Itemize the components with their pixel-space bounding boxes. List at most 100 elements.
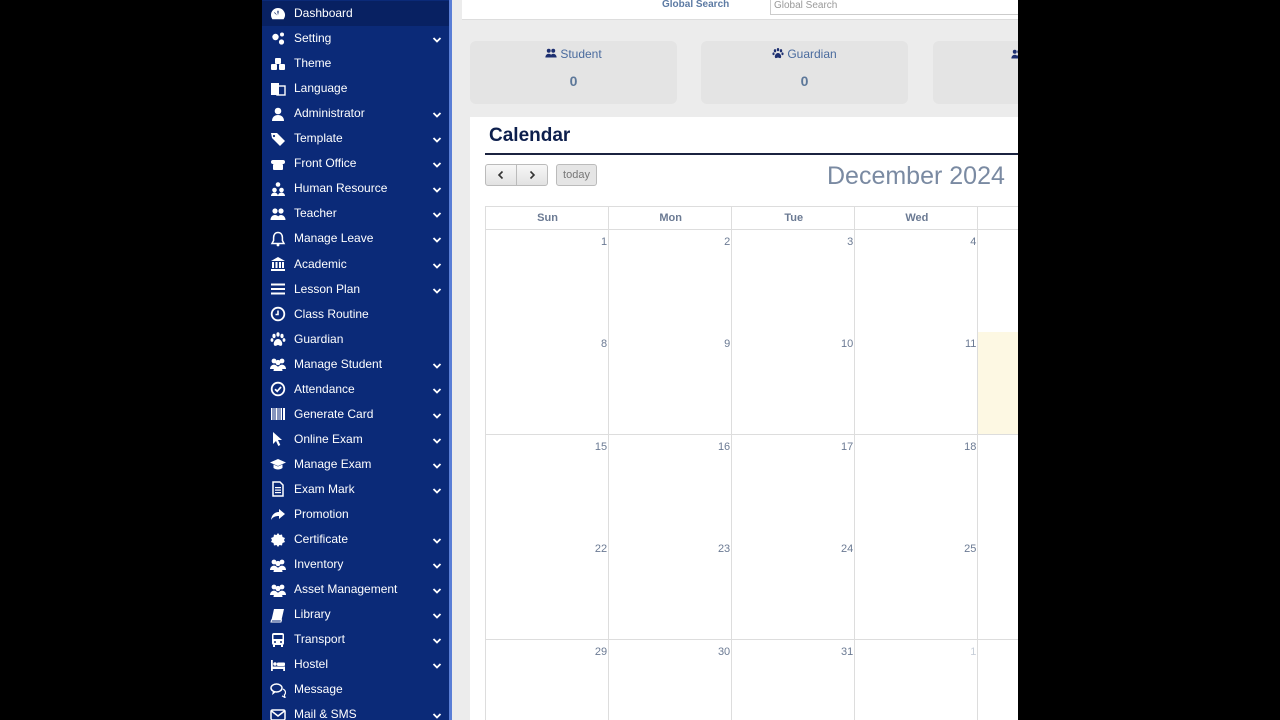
sidebar-item-theme[interactable]: Theme xyxy=(262,51,449,76)
envelope-icon xyxy=(269,706,287,720)
calendar-day-cell[interactable]: 3 xyxy=(731,230,856,333)
calendar-day-cell[interactable]: 8 xyxy=(485,332,610,436)
bank-icon xyxy=(269,256,287,273)
sidebar-item-manage-student[interactable]: Manage Student xyxy=(262,352,449,377)
day-number: 30 xyxy=(717,645,731,658)
chevron-down-icon xyxy=(432,209,442,219)
day-number: 10 xyxy=(841,338,854,351)
chevron-down-icon xyxy=(432,560,442,570)
calendar-day-cell[interactable]: 1 xyxy=(485,230,610,333)
paw-icon xyxy=(269,331,287,348)
day-number: 4 xyxy=(970,236,977,248)
cubes-icon xyxy=(269,55,287,72)
bell-icon xyxy=(269,230,287,247)
calendar-day-cell[interactable] xyxy=(977,537,1018,641)
users-icon xyxy=(1011,47,1018,65)
day-header: Sun xyxy=(485,206,610,230)
prev-month-button[interactable] xyxy=(485,164,517,186)
sidebar-item-certificate[interactable]: Certificate xyxy=(262,527,449,552)
day-header: Wed xyxy=(854,206,979,230)
calendar-day-cell[interactable]: 10 xyxy=(731,332,856,436)
day-number: 25 xyxy=(964,543,977,556)
calendar-day-cell[interactable] xyxy=(977,434,1018,538)
stat-card-student[interactable]: Student 0 xyxy=(470,41,677,104)
stat-card-partial[interactable] xyxy=(933,41,1018,104)
chevron-down-icon xyxy=(432,710,442,720)
sidebar-item-label: Manage Leave xyxy=(294,231,374,246)
sidebar-item-label: Certificate xyxy=(294,532,349,547)
sidebar-item-front-office[interactable]: Front Office xyxy=(262,151,449,176)
global-search-input[interactable]: Global Search xyxy=(770,0,1018,15)
calendar-day-cell[interactable]: 24 xyxy=(731,537,856,641)
calendar-day-cell[interactable] xyxy=(977,230,1018,333)
calendar-day-cell[interactable]: 16 xyxy=(608,434,733,538)
sidebar-item-manage-exam[interactable]: Manage Exam xyxy=(262,452,449,477)
sidebar-item-hostel[interactable]: Hostel xyxy=(262,652,449,677)
calendar-day-cell[interactable]: 2 xyxy=(608,230,733,333)
sidebar-item-message[interactable]: Message xyxy=(262,677,449,702)
bus-icon xyxy=(269,631,287,648)
stat-value: 0 xyxy=(800,73,809,89)
calendar-day-cell[interactable]: 22 xyxy=(485,537,610,641)
calendar-day-cell[interactable]: 31 xyxy=(731,639,856,720)
share-icon xyxy=(269,506,287,523)
calendar-day-cell[interactable]: 23 xyxy=(608,537,733,641)
main-content: Global Search Global Search Student 0 Gu… xyxy=(452,0,1018,720)
sidebar-item-transport[interactable]: Transport xyxy=(262,627,449,652)
sidebar-item-lesson-plan[interactable]: Lesson Plan xyxy=(262,277,449,302)
calendar-day-cell[interactable] xyxy=(977,332,1018,436)
calendar-day-cell[interactable]: 29 xyxy=(485,639,610,720)
calendar-day-cell[interactable] xyxy=(977,639,1018,720)
sidebar-item-human-resource[interactable]: Human Resource xyxy=(262,176,449,201)
sidebar-item-mail-sms[interactable]: Mail & SMS xyxy=(262,702,449,720)
sidebar-item-manage-leave[interactable]: Manage Leave xyxy=(262,226,449,251)
chevron-down-icon xyxy=(432,34,442,44)
day-header: Tue xyxy=(731,206,856,230)
sidebar-item-label: Dashboard xyxy=(294,6,353,20)
sidebar-item-asset-management[interactable]: Asset Management xyxy=(262,577,449,602)
sidebar-item-generate-card[interactable]: Generate Card xyxy=(262,402,449,427)
sidebar-item-dashboard[interactable]: Dashboard xyxy=(262,1,449,26)
language-icon xyxy=(269,80,287,97)
day-number: 22 xyxy=(594,543,608,556)
sidebar-item-label: Academic xyxy=(294,256,347,271)
sidebar-item-template[interactable]: Template xyxy=(262,126,449,151)
sidebar-item-administrator[interactable]: Administrator xyxy=(262,101,449,126)
sidebar-item-label: Manage Student xyxy=(294,356,383,371)
sidebar-item-label: Inventory xyxy=(294,557,344,572)
sidebar-item-class-routine[interactable]: Class Routine xyxy=(262,302,449,327)
sidebar-item-label: Theme xyxy=(294,56,332,71)
day-number: 16 xyxy=(717,440,731,453)
stat-title: Student xyxy=(470,47,677,61)
day-number: 1 xyxy=(600,236,608,248)
calendar-day-cell[interactable]: 18 xyxy=(854,434,979,538)
calendar-day-cell[interactable]: 9 xyxy=(608,332,733,436)
calendar-day-cell[interactable]: 1 xyxy=(854,639,979,720)
today-button[interactable]: today xyxy=(556,164,597,186)
chevron-down-icon xyxy=(432,410,442,420)
sidebar-item-online-exam[interactable]: Online Exam xyxy=(262,427,449,452)
sidebar-item-attendance[interactable]: Attendance xyxy=(262,377,449,402)
sidebar-item-teacher[interactable]: Teacher xyxy=(262,201,449,226)
sidebar-item-label: Generate Card xyxy=(294,406,374,421)
calendar-title-divider xyxy=(485,153,1018,155)
bars-icon xyxy=(269,281,287,298)
calendar-day-cell[interactable]: 4 xyxy=(854,230,979,333)
calendar-day-cell[interactable]: 11 xyxy=(854,332,979,436)
calendar-day-cell[interactable]: 25 xyxy=(854,537,979,641)
sidebar-item-academic[interactable]: Academic xyxy=(262,252,449,277)
sidebar-item-library[interactable]: Library xyxy=(262,602,449,627)
stat-card-guardian[interactable]: Guardian 0 xyxy=(701,41,908,104)
calendar-day-cell[interactable]: 30 xyxy=(608,639,733,720)
sidebar-item-exam-mark[interactable]: Exam Mark xyxy=(262,477,449,502)
next-month-button[interactable] xyxy=(516,164,548,186)
sidebar-item-guardian[interactable]: Guardian xyxy=(262,327,449,352)
calendar-title: Calendar xyxy=(489,125,571,146)
calendar-day-cell[interactable]: 17 xyxy=(731,434,856,538)
sidebar-item-inventory[interactable]: Inventory xyxy=(262,552,449,577)
calendar-day-cell[interactable]: 15 xyxy=(485,434,610,538)
sidebar-item-language[interactable]: Language xyxy=(262,76,449,101)
users-icon xyxy=(269,205,287,222)
sidebar-item-promotion[interactable]: Promotion xyxy=(262,502,449,527)
sidebar-item-setting[interactable]: Setting xyxy=(262,26,449,51)
